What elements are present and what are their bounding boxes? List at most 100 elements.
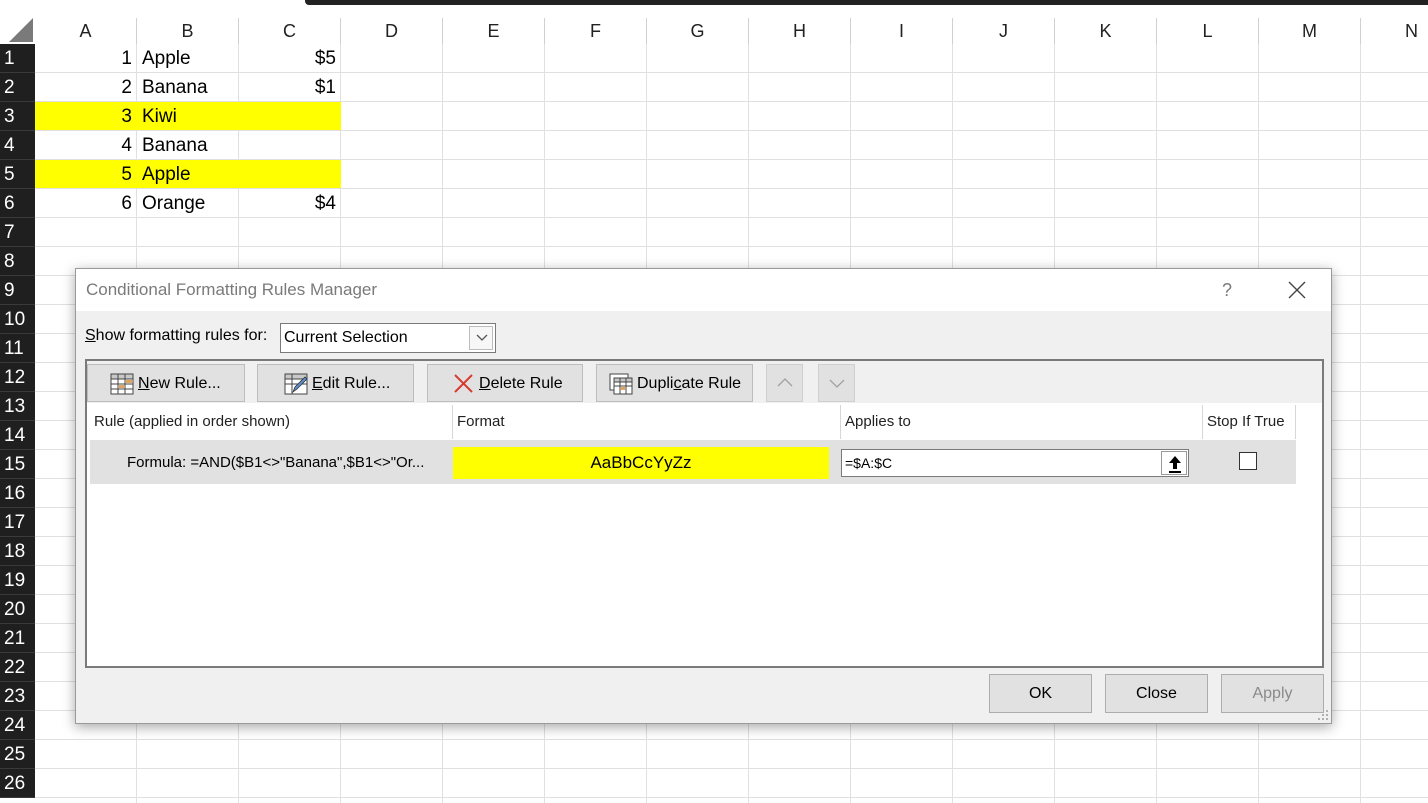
show-rules-label: Show formatting rules for: <box>85 327 267 345</box>
cell-c[interactable]: $5 <box>239 44 341 73</box>
cell-b[interactable]: Banana <box>137 73 239 102</box>
apply-button[interactable]: Apply <box>1221 674 1324 713</box>
delete-rule-button[interactable]: Delete Rule <box>427 364 583 402</box>
rules-scope-value: Current Selection <box>284 329 408 346</box>
help-button[interactable]: ? <box>1216 277 1238 303</box>
rules-scope-select[interactable]: Current Selection <box>280 323 496 353</box>
cell-c[interactable]: $4 <box>239 189 341 218</box>
row-header[interactable]: 22 <box>0 653 35 682</box>
dialog-titlebar: Conditional Formatting Rules Manager ? <box>76 269 1331 311</box>
column-header[interactable]: M <box>1259 18 1361 44</box>
ok-button[interactable]: OK <box>989 674 1092 713</box>
cell-b[interactable]: Kiwi <box>137 102 239 131</box>
delete-icon <box>452 373 476 395</box>
row-header[interactable]: 12 <box>0 363 35 392</box>
row-header[interactable]: 14 <box>0 421 35 450</box>
gridline <box>1360 44 1361 803</box>
cell-b[interactable]: Banana <box>137 131 239 160</box>
applies-to-input[interactable]: =$A:$C <box>841 449 1189 477</box>
show-rules-label-mnemonic: S <box>85 327 96 344</box>
cell-b[interactable]: Apple <box>137 160 239 189</box>
column-header[interactable]: F <box>545 18 647 44</box>
cell-b[interactable]: Orange <box>137 189 239 218</box>
header-format[interactable]: Format <box>453 405 841 439</box>
rule-description: Formula: =AND($B1<>"Banana",$B1<>"Or... <box>127 454 425 471</box>
row-header[interactable]: 5 <box>0 160 35 189</box>
row-header[interactable]: 23 <box>0 682 35 711</box>
cell-a[interactable]: 6 <box>35 189 137 218</box>
close-button[interactable]: Close <box>1105 674 1208 713</box>
header-rule[interactable]: Rule (applied in order shown) <box>90 405 453 439</box>
close-icon[interactable] <box>1286 279 1308 301</box>
column-header[interactable]: E <box>443 18 545 44</box>
column-headers: ABCDEFGHIJKLMN <box>35 18 1428 44</box>
column-header[interactable]: D <box>341 18 443 44</box>
row-header[interactable]: 24 <box>0 711 35 740</box>
column-header[interactable]: K <box>1055 18 1157 44</box>
edit-rule-button[interactable]: Edit Rule... <box>257 364 414 402</box>
rules-table: Rule (applied in order shown) Format App… <box>90 405 1296 668</box>
formula-bar-edge <box>305 0 1428 5</box>
row-header[interactable]: 10 <box>0 305 35 334</box>
chevron-down-icon[interactable] <box>469 326 493 350</box>
row-header[interactable]: 13 <box>0 392 35 421</box>
cell-a[interactable]: 1 <box>35 44 137 73</box>
cell-c[interactable]: $1 <box>239 73 341 102</box>
edit-rule-icon <box>284 373 308 395</box>
column-header[interactable]: I <box>851 18 953 44</box>
new-rule-button[interactable]: New Rule... <box>87 364 245 402</box>
conditional-formatting-dialog: Conditional Formatting Rules Manager ? S… <box>75 268 1332 724</box>
row-header[interactable]: 1 <box>0 44 35 73</box>
cell-a[interactable]: 2 <box>35 73 137 102</box>
column-header[interactable]: A <box>35 18 137 44</box>
rule-row[interactable]: Formula: =AND($B1<>"Banana",$B1<>"Or... … <box>90 440 1296 484</box>
cell-a[interactable]: 5 <box>35 160 137 189</box>
row-header[interactable]: 15 <box>0 450 35 479</box>
cell-c[interactable] <box>239 131 341 160</box>
column-header[interactable]: G <box>647 18 749 44</box>
cell-c[interactable] <box>239 160 341 189</box>
move-down-button[interactable] <box>818 364 855 402</box>
duplicate-rule-label: Duplicate Rule <box>637 375 741 393</box>
resize-grip-icon[interactable] <box>1317 709 1329 721</box>
chevron-up-icon <box>777 378 793 387</box>
cell-b[interactable]: Apple <box>137 44 239 73</box>
new-rule-icon <box>110 373 134 395</box>
duplicate-rule-button[interactable]: Duplicate Rule <box>596 364 753 402</box>
row-header[interactable]: 19 <box>0 566 35 595</box>
row-header[interactable]: 3 <box>0 102 35 131</box>
cell-a[interactable]: 3 <box>35 102 137 131</box>
duplicate-rule-text: ate Rule <box>681 375 742 392</box>
select-all-corner[interactable] <box>0 0 35 44</box>
row-header[interactable]: 26 <box>0 769 35 798</box>
header-stop-if-true[interactable]: Stop If True <box>1203 405 1296 439</box>
row-header[interactable]: 2 <box>0 73 35 102</box>
row-header[interactable]: 17 <box>0 508 35 537</box>
header-applies-to[interactable]: Applies to <box>841 405 1203 439</box>
range-collapse-button[interactable] <box>1161 451 1187 475</box>
cell-a[interactable]: 4 <box>35 131 137 160</box>
row-header[interactable]: 8 <box>0 247 35 276</box>
row-header[interactable]: 4 <box>0 131 35 160</box>
gridline <box>35 739 1428 740</box>
row-header[interactable]: 25 <box>0 740 35 769</box>
row-header[interactable]: 9 <box>0 276 35 305</box>
column-header[interactable]: J <box>953 18 1055 44</box>
column-header[interactable]: B <box>137 18 239 44</box>
row-header[interactable]: 6 <box>0 189 35 218</box>
row-header[interactable]: 7 <box>0 218 35 247</box>
row-header[interactable]: 18 <box>0 537 35 566</box>
stop-if-true-checkbox[interactable] <box>1239 452 1257 470</box>
column-header[interactable]: C <box>239 18 341 44</box>
delete-rule-text: elete Rule <box>490 375 563 392</box>
row-header[interactable]: 11 <box>0 334 35 363</box>
column-header[interactable]: L <box>1157 18 1259 44</box>
column-header[interactable]: H <box>749 18 851 44</box>
row-header[interactable]: 20 <box>0 595 35 624</box>
arrow-up-icon <box>1169 456 1181 473</box>
column-header[interactable]: N <box>1361 18 1428 44</box>
cell-c[interactable] <box>239 102 341 131</box>
move-up-button[interactable] <box>766 364 803 402</box>
row-header[interactable]: 16 <box>0 479 35 508</box>
row-header[interactable]: 21 <box>0 624 35 653</box>
